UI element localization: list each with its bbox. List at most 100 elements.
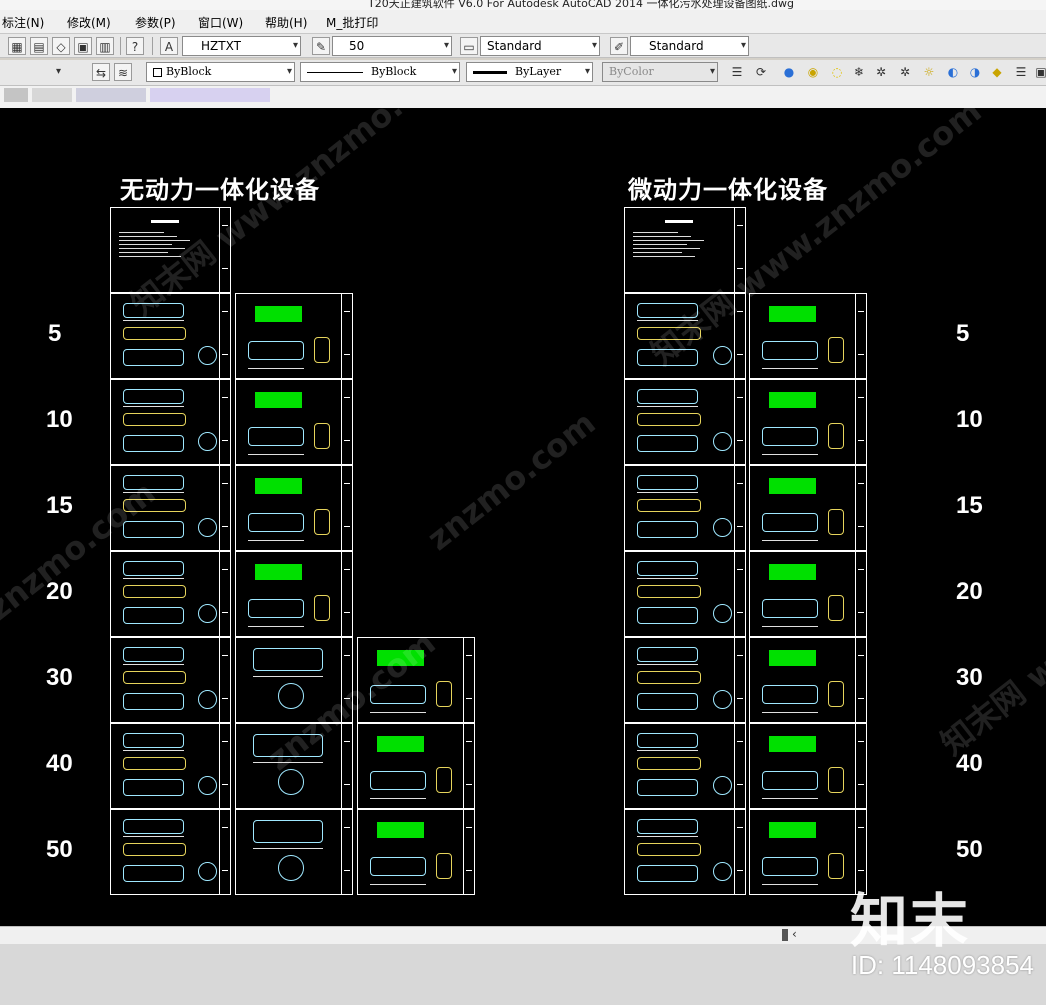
drawing-sheet[interactable]	[235, 551, 353, 637]
menu-dimension[interactable]: 标注(N)	[2, 14, 44, 31]
tank-elevation	[123, 412, 186, 427]
sheet-title-block	[341, 380, 352, 464]
layer-previous-icon[interactable]: ⇆	[92, 63, 110, 81]
lineweight-select[interactable]: ByLayer ▾	[466, 62, 593, 82]
scrollbar-thumb[interactable]	[782, 929, 788, 941]
drawing-sheet[interactable]	[624, 379, 746, 465]
match-properties-icon[interactable]: ◇	[52, 37, 70, 55]
menu-modify[interactable]: 修改(M)	[67, 14, 111, 31]
sheet-title-block	[855, 466, 866, 550]
drawing-sheet[interactable]	[624, 207, 746, 293]
tank-plan-highlight	[768, 822, 817, 838]
tank-section	[123, 693, 184, 711]
tank-section	[637, 349, 699, 367]
tank-plan	[252, 648, 324, 671]
drawing-sheet[interactable]	[110, 379, 231, 465]
color-select[interactable]: ByBlock ▾	[146, 62, 295, 82]
bulb-icon[interactable]: ◌	[828, 63, 846, 81]
drawing-sheet[interactable]	[357, 637, 475, 723]
menu-parameters[interactable]: 参数(P)	[135, 14, 176, 31]
gear-icon[interactable]: ✲	[872, 63, 890, 81]
capacity-label-left: 15	[46, 492, 73, 519]
calculator-icon[interactable]: ▦	[8, 37, 26, 55]
scroll-left-icon[interactable]: ‹	[792, 927, 797, 941]
layer-walk-icon[interactable]: ▣	[1032, 63, 1046, 81]
tank-section	[123, 865, 184, 883]
tank-elevation	[637, 412, 701, 427]
drawing-sheet[interactable]	[357, 723, 475, 809]
drawing-sheet[interactable]	[110, 465, 231, 551]
sun-icon[interactable]: ☼	[920, 63, 938, 81]
drawing-sheet[interactable]	[235, 293, 353, 379]
linetype-select[interactable]: ByBlock ▾	[300, 62, 460, 82]
table-style-select[interactable]: Standard ▾	[630, 36, 749, 56]
layer-refresh-icon[interactable]: ⟳	[752, 63, 770, 81]
drawing-sheet[interactable]	[624, 809, 746, 895]
tank-end-circle	[712, 689, 732, 709]
tank-elevation	[123, 670, 186, 685]
drawing-canvas[interactable]: 无动力一体化设备 微动力一体化设备 5 10 15 20 30 40 50 5 10 15 20 30…	[0, 108, 1046, 926]
drawing-sheet[interactable]	[235, 637, 353, 723]
drawing-sheet[interactable]	[110, 637, 231, 723]
drawing-sheet[interactable]	[624, 551, 746, 637]
drawing-sheet[interactable]	[235, 465, 353, 551]
tank-plan	[123, 388, 184, 405]
dim-line	[123, 577, 184, 579]
drawing-sheet[interactable]	[235, 379, 353, 465]
sheet-title-block	[341, 724, 352, 808]
drawing-sheet[interactable]	[110, 207, 231, 293]
menu-window[interactable]: 窗口(W)	[198, 14, 243, 31]
drawing-sheet[interactable]	[749, 379, 867, 465]
table-style-icon[interactable]: ✐	[610, 37, 628, 55]
layer-freeze-icon[interactable]: ❄	[850, 63, 868, 81]
tank-elevation	[637, 670, 701, 685]
layer-state-icon[interactable]: ≋	[114, 63, 132, 81]
help-icon[interactable]: ?	[126, 37, 144, 55]
bulb-lock-icon[interactable]: ◉	[804, 63, 822, 81]
menu-batch-print[interactable]: M_批打印	[326, 14, 378, 31]
drawing-sheet[interactable]	[749, 293, 867, 379]
dim-line	[761, 367, 819, 369]
text-style-icon[interactable]: A	[160, 37, 178, 55]
drawing-sheet[interactable]	[235, 723, 353, 809]
drawing-sheet[interactable]	[110, 809, 231, 895]
chevron-down-icon: ▾	[451, 66, 457, 77]
layer-stack-icon[interactable]: ☰	[728, 63, 746, 81]
tank-plan-highlight	[768, 478, 817, 494]
tank-plan	[123, 646, 184, 663]
drawing-sheet[interactable]	[110, 293, 231, 379]
drawing-sheet[interactable]	[624, 637, 746, 723]
text-height-select[interactable]: 50 ▾	[332, 36, 452, 56]
dim-style-icon[interactable]: ▭	[460, 37, 478, 55]
drawing-sheet[interactable]	[749, 551, 867, 637]
drawing-sheet[interactable]	[624, 465, 746, 551]
tool-palette-icon[interactable]: ▥	[96, 37, 114, 55]
dim-line	[252, 675, 324, 677]
drawing-sheet[interactable]	[110, 551, 231, 637]
drawing-sheet[interactable]	[749, 465, 867, 551]
drawing-sheet[interactable]	[624, 723, 746, 809]
text-style-select[interactable]: HZTXT ▾	[182, 36, 301, 56]
drawing-sheet[interactable]	[749, 637, 867, 723]
sheet-title-block	[734, 552, 745, 636]
layer-isolate-icon[interactable]: ◐	[944, 63, 962, 81]
bulb-on-icon[interactable]: ●	[780, 63, 798, 81]
drawing-sheet[interactable]	[235, 809, 353, 895]
properties-icon[interactable]: ▤	[30, 37, 48, 55]
gear-alt-icon[interactable]: ✲	[896, 63, 914, 81]
dim-style-select[interactable]: Standard ▾	[480, 36, 600, 56]
tank-end-circle	[198, 345, 218, 365]
tank-section	[637, 435, 699, 453]
layer-merge-icon[interactable]: ☰	[1012, 63, 1030, 81]
drawing-sheet[interactable]	[749, 723, 867, 809]
layer-select-tail[interactable]: ▾	[0, 62, 64, 82]
menu-help[interactable]: 帮助(H)	[265, 14, 307, 31]
layer-unisolate-icon[interactable]: ◑	[966, 63, 984, 81]
text-height-icon[interactable]: ✎	[312, 37, 330, 55]
drawing-sheet[interactable]	[357, 809, 475, 895]
layer-match-icon[interactable]: ◆	[988, 63, 1006, 81]
drawing-sheet[interactable]	[624, 293, 746, 379]
tank-section	[761, 599, 819, 619]
drawing-sheet[interactable]	[110, 723, 231, 809]
design-center-icon[interactable]: ▣	[74, 37, 92, 55]
